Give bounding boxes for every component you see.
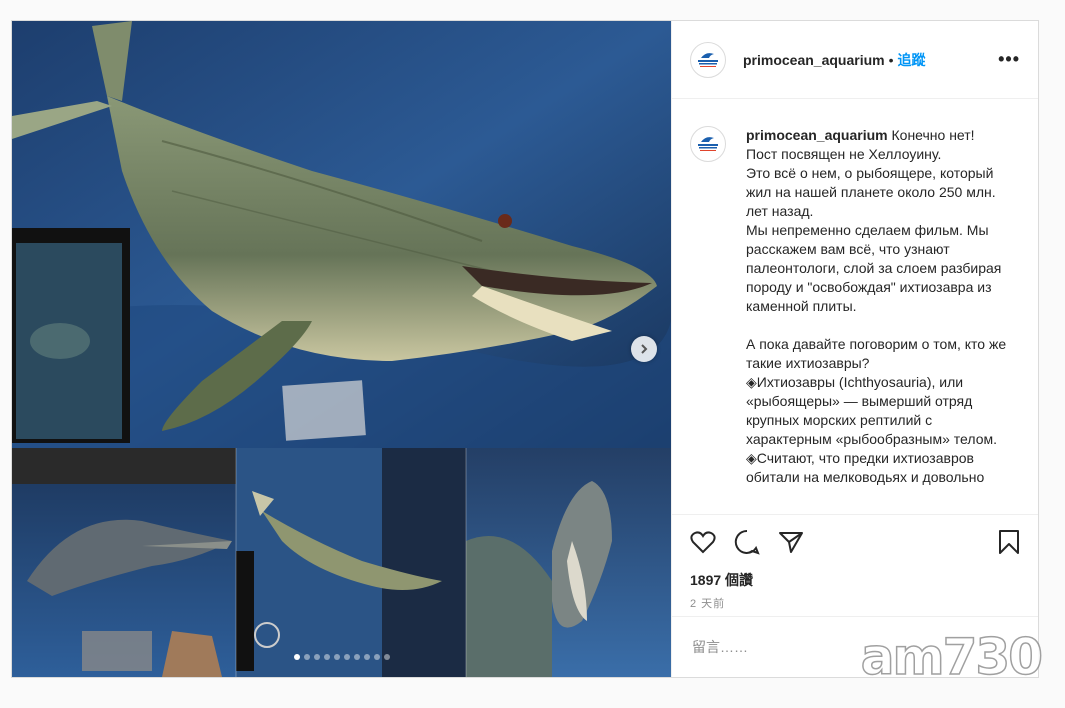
avatar[interactable] — [690, 41, 726, 78]
instagram-post: primocean_aquarium • 追蹤 ••• primocean_aq… — [11, 20, 1039, 678]
watermark-logo: am730 — [860, 628, 1044, 686]
header-separator: • — [888, 51, 894, 68]
post-header: primocean_aquarium • 追蹤 ••• — [672, 21, 1038, 99]
share-button[interactable] — [776, 527, 806, 557]
carousel-dot — [303, 654, 310, 660]
chevron-right-icon — [641, 344, 648, 354]
carousel-dot — [363, 654, 370, 660]
caption-section: primocean_aquarium Конечно нет! Пост пос… — [672, 99, 1038, 515]
caption-line — [746, 316, 1014, 335]
caption-line: Пост посвящен не Хеллоуину. — [746, 146, 942, 162]
heart-icon — [690, 531, 716, 554]
carousel-dot — [343, 654, 350, 660]
carousel-dot — [373, 654, 380, 660]
carousel-dot — [293, 654, 300, 660]
comment-bubble-icon — [734, 529, 760, 555]
carousel-dot — [313, 654, 320, 660]
carousel-indicator — [12, 654, 671, 660]
action-bar — [672, 515, 1038, 569]
caption-avatar[interactable] — [690, 126, 726, 162]
header-username[interactable]: primocean_aquarium — [743, 52, 885, 68]
post-timestamp[interactable]: 2 天前 — [672, 591, 1038, 617]
carousel-dot — [383, 654, 390, 660]
caption-text: primocean_aquarium Конечно нет! Пост пос… — [746, 126, 1014, 514]
save-button[interactable] — [994, 527, 1024, 557]
post-media-carousel[interactable] — [12, 21, 671, 677]
dolphin-logo-icon — [698, 137, 718, 151]
caption-line: ◈Ихтиозавры (Ichthyosauria), или «рыбоящ… — [746, 374, 997, 447]
caption-username[interactable]: primocean_aquarium — [746, 127, 888, 143]
post-sidebar: primocean_aquarium • 追蹤 ••• primocean_aq… — [671, 21, 1038, 677]
carousel-next-button[interactable] — [631, 336, 657, 362]
comment-button[interactable] — [732, 527, 762, 557]
caption-line: Конечно нет! — [891, 127, 975, 143]
bookmark-icon — [999, 530, 1019, 554]
collage-image — [12, 21, 671, 677]
dolphin-logo-icon — [698, 52, 718, 67]
caption-line: Это всё о нем, о рыбоящере, который жил … — [746, 165, 996, 219]
caption-line: А пока давайте поговорим о том, кто же т… — [746, 336, 1007, 371]
caption-line: ◈Считают, что предки ихтиозавров обитали… — [746, 450, 985, 485]
more-options-button[interactable]: ••• — [998, 49, 1020, 70]
carousel-dot — [353, 654, 360, 660]
view-count[interactable]: 1897 個讚 — [672, 569, 1038, 591]
carousel-dot — [323, 654, 330, 660]
caption-line: Мы непременно сделаем фильм. Мы расскаже… — [746, 222, 1002, 314]
like-button[interactable] — [688, 527, 718, 557]
paper-plane-icon — [779, 532, 803, 553]
follow-button[interactable]: 追蹤 — [898, 50, 926, 70]
carousel-dot — [333, 654, 340, 660]
